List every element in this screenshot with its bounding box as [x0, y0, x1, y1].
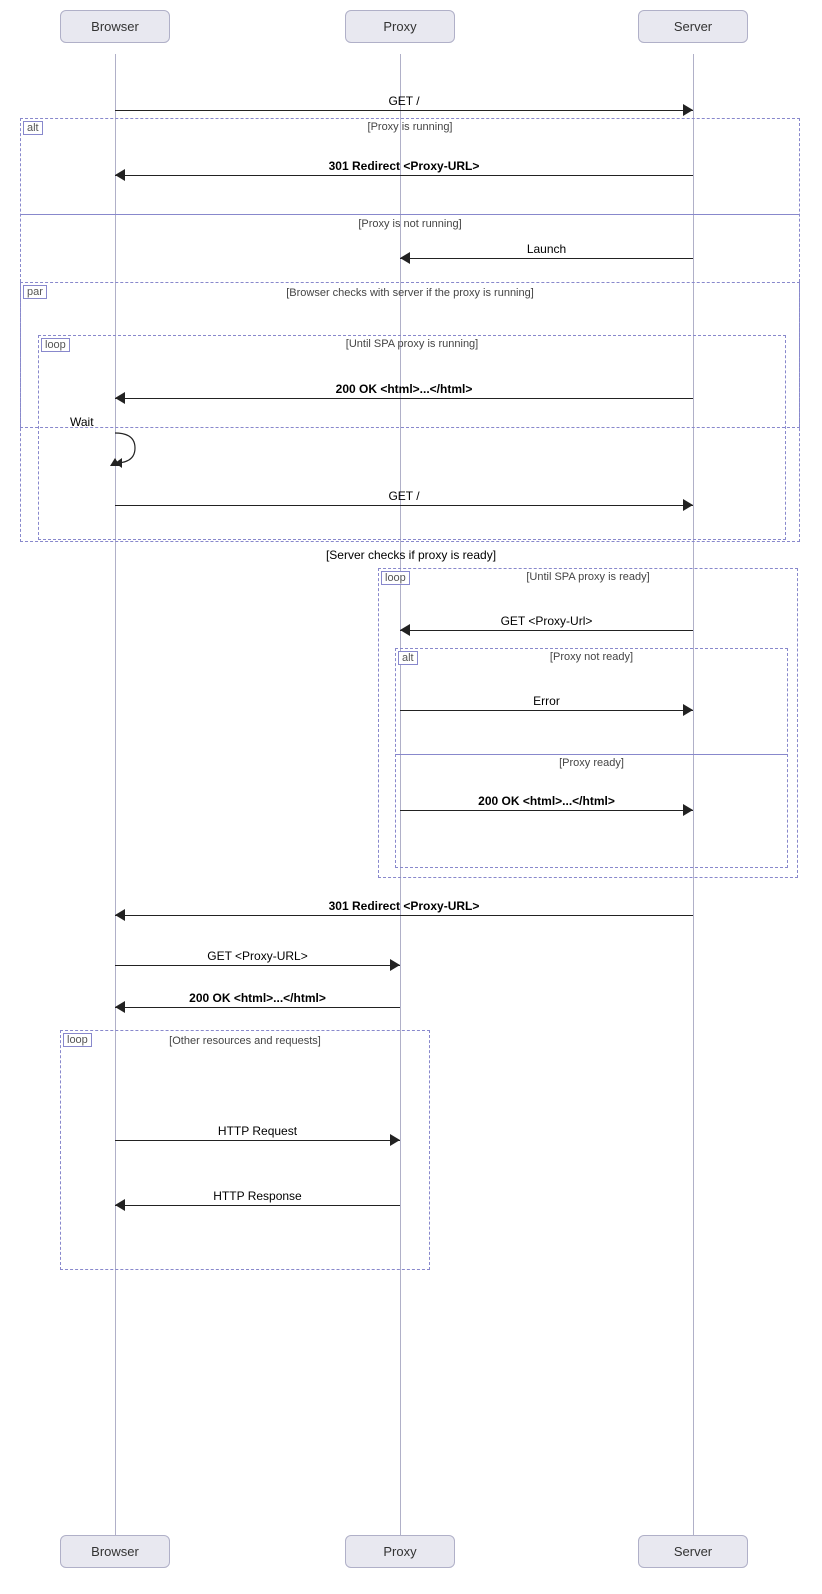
- msg-301-redirect-2: 301 Redirect <Proxy-URL>: [115, 905, 693, 925]
- loop-fragment-3: loop [Other resources and requests]: [60, 1030, 430, 1270]
- msg-200-ok-2: 200 OK <html>...</html>: [400, 800, 693, 820]
- msg-200-ok-3: 200 OK <html>...</html>: [115, 997, 400, 1017]
- server-lifeline-bottom: Server: [638, 1535, 748, 1568]
- self-loop-arrow: [80, 428, 140, 468]
- wait-label: Wait: [70, 415, 94, 429]
- server-checks-label: [Server checks if proxy is ready]: [100, 548, 722, 562]
- sequence-diagram: Browser Proxy Server GET / alt [Proxy is…: [0, 0, 822, 1594]
- proxy-lifeline-bottom: Proxy: [345, 1535, 455, 1568]
- browser-lifeline-top: Browser: [60, 10, 170, 43]
- msg-error: Error: [400, 700, 693, 720]
- browser-lifeline-bottom: Browser: [60, 1535, 170, 1568]
- msg-get-slash-1: GET /: [115, 100, 693, 120]
- msg-get-proxy-url: GET <Proxy-Url>: [400, 620, 693, 640]
- alt-fragment-2: alt [Proxy not ready] [Proxy ready]: [395, 648, 788, 868]
- msg-http-request: HTTP Request: [115, 1130, 400, 1150]
- proxy-lifeline-top: Proxy: [345, 10, 455, 43]
- alt-divider-2: [396, 754, 787, 755]
- msg-launch: Launch: [400, 248, 693, 268]
- msg-get-slash-2: GET /: [115, 495, 693, 515]
- msg-get-proxy-url-2: GET <Proxy-URL>: [115, 955, 400, 975]
- msg-301-redirect-1: 301 Redirect <Proxy-URL>: [115, 165, 693, 185]
- alt-divider-1: [21, 214, 799, 215]
- msg-200-ok-1: 200 OK <html>...</html>: [115, 388, 693, 408]
- server-lifeline-top: Server: [638, 10, 748, 43]
- msg-http-response: HTTP Response: [115, 1195, 400, 1215]
